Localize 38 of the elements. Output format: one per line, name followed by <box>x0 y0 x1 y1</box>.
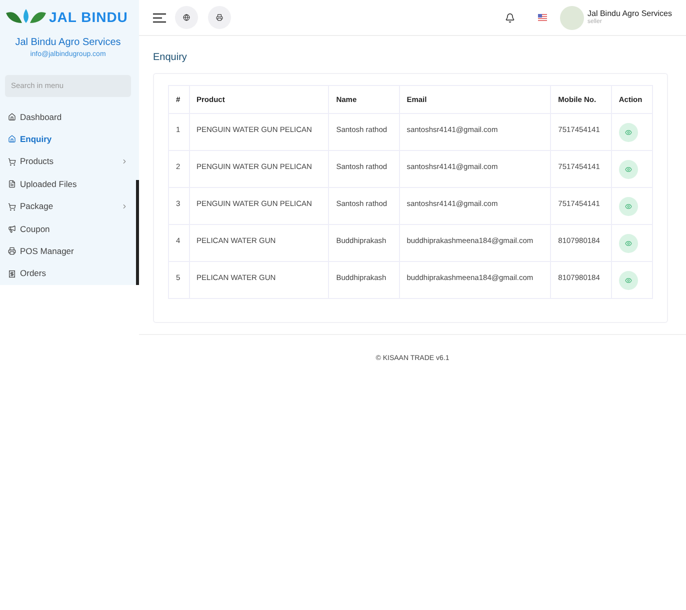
view-button[interactable] <box>618 234 638 252</box>
sidebar-menu-item[interactable]: Coupon <box>0 218 136 240</box>
eye-icon <box>624 240 632 246</box>
home-icon <box>8 135 16 144</box>
view-button[interactable] <box>618 270 638 290</box>
megaphone-icon <box>8 225 16 234</box>
cart-icon <box>8 158 16 166</box>
view-button[interactable] <box>618 196 638 216</box>
store-name: Jal Bindu Agro Services <box>14 36 122 50</box>
file-icon <box>8 180 16 188</box>
receipt-icon <box>8 270 16 278</box>
eye-icon <box>624 276 632 284</box>
home-icon <box>8 113 16 122</box>
eye-icon <box>624 128 632 136</box>
sidebar-menu-item[interactable]: Enquiry <box>0 128 136 151</box>
sidebar-menu-item[interactable]: POS Manager <box>0 240 136 263</box>
sidebar-menu-item[interactable]: Uploaded Files <box>0 173 136 196</box>
bell-icon[interactable] <box>504 12 514 22</box>
eye-icon <box>624 202 632 210</box>
view-button[interactable] <box>618 122 638 142</box>
view-button[interactable] <box>618 160 638 178</box>
sidebar-menu-item[interactable]: Dashboard <box>0 106 136 128</box>
globe-icon <box>183 14 190 21</box>
page-title: Enquiry <box>153 51 188 65</box>
printer-icon <box>8 247 16 256</box>
sidebar-menu-item[interactable]: Package <box>0 195 136 218</box>
user-name: Jal Bindu Agro Services <box>588 8 672 18</box>
cart-icon <box>8 202 16 211</box>
globe-button[interactable] <box>175 6 198 29</box>
menu-icon[interactable] <box>153 12 166 22</box>
sidebar-menu-item[interactable]: Orders <box>0 262 136 285</box>
eye-icon <box>624 166 632 172</box>
print-button[interactable] <box>208 6 231 29</box>
flag-icon[interactable] <box>538 14 546 21</box>
sidebar-menu-item[interactable]: Products <box>0 150 136 174</box>
logo-text: JAL BINDU <box>49 10 128 24</box>
user-avatar[interactable] <box>560 6 584 30</box>
printer-icon <box>216 14 223 21</box>
